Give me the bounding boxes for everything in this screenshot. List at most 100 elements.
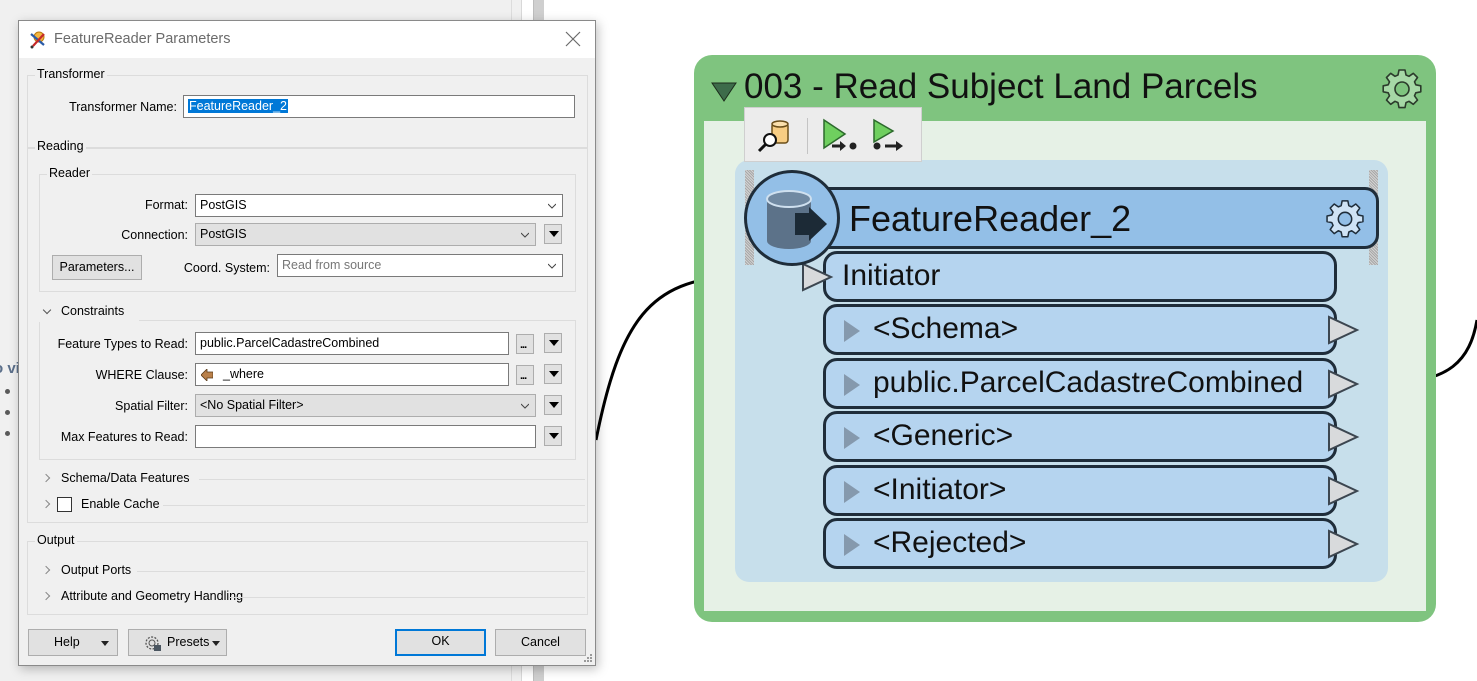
featurereader-app-icon [30, 31, 45, 49]
coord-system-label: Coord. System: [183, 261, 270, 275]
format-select[interactable]: PostGIS [195, 194, 563, 217]
spatial-filter-select[interactable]: <No Spatial Filter> [195, 394, 536, 417]
background-bullet [5, 410, 10, 415]
where-clause-browse-button[interactable]: ... [516, 365, 534, 385]
reader-group-label: Reader [47, 166, 92, 180]
caret-down-icon [212, 641, 220, 646]
attribute-geometry-section[interactable]: Attribute and Geometry Handling [19, 588, 585, 606]
inspect-data-icon[interactable] [755, 118, 795, 154]
feature-reader-dialog: FeatureReader Parameters Transformer Tra… [18, 20, 596, 666]
expand-triangle-icon[interactable] [844, 534, 860, 556]
dialog-title: FeatureReader Parameters [54, 31, 231, 47]
run-to-this-icon[interactable] [819, 118, 863, 154]
bookmark-title[interactable]: 003 - Read Subject Land Parcels [744, 67, 1258, 107]
chevron-down-icon [42, 305, 52, 315]
schema-data-features-section[interactable]: Schema/Data Features [19, 470, 585, 488]
presets-label: Presets [167, 635, 210, 649]
chevron-right-icon [41, 565, 51, 575]
constraints-toggle[interactable]: Constraints [39, 304, 139, 322]
run-from-this-icon[interactable] [869, 118, 913, 154]
cancel-button[interactable]: Cancel [495, 629, 586, 656]
output-port-arrow-icon[interactable] [1326, 369, 1360, 399]
expand-triangle-icon[interactable] [844, 374, 860, 396]
output-port-label: <Schema> [873, 312, 1019, 345]
expand-triangle-icon[interactable] [844, 481, 860, 503]
triangle-down-icon [549, 433, 559, 439]
spatial-filter-label: Spatial Filter: [115, 399, 188, 413]
ok-button[interactable]: OK [395, 629, 486, 656]
output-port[interactable]: <Rejected> [823, 518, 1337, 569]
output-port[interactable]: public.ParcelCadastreCombined [823, 358, 1337, 409]
bookmark-gear-icon[interactable] [1380, 67, 1424, 111]
connection-label: Connection: [121, 228, 188, 242]
transformer-group-label: Transformer [35, 67, 107, 81]
output-port-label: public.ParcelCadastreCombined [873, 366, 1304, 399]
transformer-header[interactable]: FeatureReader_2 [790, 187, 1379, 249]
enable-cache-label: Enable Cache [81, 497, 160, 511]
output-group-label: Output [35, 533, 77, 547]
connection-value: PostGIS [200, 227, 247, 241]
output-port-arrow-icon[interactable] [1326, 476, 1360, 506]
transformer-name-value: FeatureReader_2 [188, 99, 288, 113]
output-port-arrow-icon[interactable] [1326, 529, 1360, 559]
transformer-mini-toolbar [744, 107, 922, 162]
output-port-arrow-icon[interactable] [1326, 315, 1360, 345]
feature-types-menu-button[interactable] [544, 333, 562, 353]
feature-types-label: Feature Types to Read: [57, 337, 188, 351]
where-clause-input[interactable]: _where [195, 363, 509, 386]
caret-down-icon [101, 641, 109, 646]
output-ports-label: Output Ports [61, 563, 132, 577]
output-port[interactable]: <Initiator> [823, 465, 1337, 516]
max-features-menu-button[interactable] [544, 426, 562, 446]
enable-cache-section[interactable]: Enable Cache [19, 496, 585, 514]
spatial-filter-value: <No Spatial Filter> [200, 398, 304, 412]
input-port-arrow-icon[interactable] [800, 262, 834, 292]
background-bullet [5, 389, 10, 394]
transformer-name[interactable]: FeatureReader_2 [849, 198, 1131, 240]
spatial-filter-menu-button[interactable] [544, 395, 562, 415]
transformer-icon[interactable] [744, 170, 840, 266]
close-icon[interactable] [563, 29, 583, 49]
attribute-value-icon [201, 369, 213, 381]
where-clause-label: WHERE Clause: [95, 368, 188, 382]
connection-menu-button[interactable] [544, 224, 562, 244]
output-port[interactable]: <Generic> [823, 411, 1337, 462]
ellipsis-icon: ... [520, 339, 527, 351]
help-label: Help [54, 635, 80, 649]
transformer-gear-icon[interactable] [1324, 198, 1366, 240]
feature-types-value: public.ParcelCadastreCombined [200, 336, 380, 350]
enable-cache-checkbox[interactable] [57, 497, 72, 512]
constraints-label: Constraints [61, 304, 125, 318]
toolbar-separator [807, 118, 808, 154]
chevron-down-icon [521, 232, 529, 238]
coord-system-select[interactable]: Read from source [277, 254, 563, 277]
max-features-input[interactable] [195, 425, 536, 448]
parameters-button[interactable]: Parameters... [52, 255, 142, 280]
help-button[interactable]: Help [28, 629, 118, 656]
output-port[interactable]: <Schema> [823, 304, 1337, 355]
chevron-right-icon [41, 499, 51, 509]
background-bullet [5, 431, 10, 436]
connection-select[interactable]: PostGIS [195, 223, 536, 246]
expand-triangle-icon[interactable] [844, 320, 860, 342]
transformer-name-input[interactable]: FeatureReader_2 [183, 95, 575, 118]
input-port-label: Initiator [842, 259, 941, 292]
input-port-initiator[interactable]: Initiator [823, 251, 1337, 302]
where-clause-menu-button[interactable] [544, 364, 562, 384]
chevron-down-icon [548, 263, 556, 269]
dialog-titlebar[interactable]: FeatureReader Parameters [19, 21, 595, 58]
collapse-triangle-icon[interactable] [710, 81, 738, 103]
resize-grip-icon[interactable] [583, 653, 593, 663]
output-port-label: <Rejected> [873, 526, 1027, 559]
transformer-name-label: Transformer Name: [69, 100, 177, 114]
presets-button[interactable]: Presets [128, 629, 227, 656]
attribute-geometry-label: Attribute and Geometry Handling [61, 589, 244, 603]
output-ports-section[interactable]: Output Ports [19, 562, 585, 580]
output-port-arrow-icon[interactable] [1326, 422, 1360, 452]
expand-triangle-icon[interactable] [844, 427, 860, 449]
feature-types-input[interactable]: public.ParcelCadastreCombined [195, 332, 509, 355]
chevron-right-icon [41, 591, 51, 601]
triangle-down-icon [549, 340, 559, 346]
coord-system-placeholder: Read from source [282, 258, 382, 272]
feature-types-browse-button[interactable]: ... [516, 334, 534, 354]
